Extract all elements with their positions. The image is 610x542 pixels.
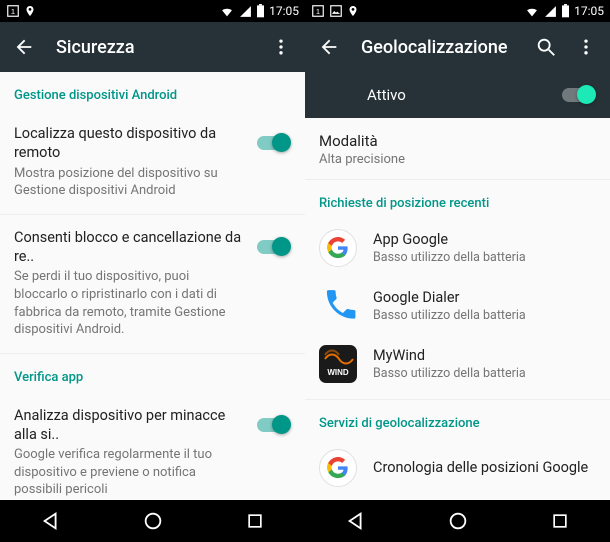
setting-title: Localizza questo dispositivo da remoto <box>14 125 243 163</box>
toggle-allow-lock-erase[interactable] <box>255 237 291 257</box>
service-name: Cronologia delle posizioni Google <box>373 459 588 478</box>
overflow-menu-button[interactable] <box>574 35 598 59</box>
location-pin-icon <box>347 4 359 18</box>
app-icon-dialer <box>319 287 357 325</box>
signal-icon <box>544 5 557 18</box>
section-header-services: Servizi di geolocalizzazione <box>305 400 610 439</box>
overflow-menu-button[interactable] <box>269 35 293 59</box>
content-scroll[interactable]: Modalità Alta precisione Richieste di po… <box>305 118 610 500</box>
screen-geolocation: 1 17:05 Geolocalizzazione <box>305 0 610 542</box>
app-row-dialer[interactable]: Google Dialer Basso utilizzo della batte… <box>305 277 610 335</box>
service-row-location-history[interactable]: Cronologia delle posizioni Google <box>305 439 610 497</box>
mode-title: Modalità <box>319 132 596 150</box>
master-switch-label: Attivo <box>367 86 406 104</box>
app-row-google[interactable]: App Google Basso utilizzo della batteria <box>305 219 610 277</box>
back-button[interactable] <box>12 35 36 59</box>
nav-recents-button[interactable] <box>245 511 265 531</box>
app-name: Google Dialer <box>373 289 526 308</box>
app-bar: Geolocalizzazione <box>305 22 610 72</box>
setting-scan-threats[interactable]: Analizza dispositivo per minacce alla si… <box>0 393 305 500</box>
app-battery-usage: Basso utilizzo della batteria <box>373 308 526 323</box>
clock-text: 17:05 <box>269 4 299 18</box>
section-header-verify: Verifica app <box>0 354 305 393</box>
battery-icon <box>256 4 265 18</box>
app-bar: Sicurezza <box>0 22 305 72</box>
setting-subtitle: Google verifica regolarmente il tuo disp… <box>14 446 243 499</box>
svg-text:1: 1 <box>316 7 320 16</box>
master-switch-bar[interactable]: Attivo <box>305 72 610 118</box>
section-header-adm: Gestione dispositivi Android <box>0 72 305 111</box>
clock-text: 17:05 <box>574 4 604 18</box>
search-button[interactable] <box>534 35 558 59</box>
svg-text:1: 1 <box>11 7 15 16</box>
content-scroll[interactable]: Gestione dispositivi Android Localizza q… <box>0 72 305 500</box>
app-icon-google <box>319 229 357 267</box>
toggle-locate-remote[interactable] <box>255 133 291 153</box>
battery-icon <box>561 4 570 18</box>
setting-title: Consenti blocco e cancellazione da re.. <box>14 229 243 267</box>
nav-recents-button[interactable] <box>550 511 570 531</box>
nav-back-button[interactable] <box>40 510 62 532</box>
signal-icon <box>239 5 252 18</box>
nav-home-button[interactable] <box>447 510 469 532</box>
toggle-scan-threats[interactable] <box>255 415 291 435</box>
setting-title: Analizza dispositivo per minacce alla si… <box>14 407 243 445</box>
app-icon-mywind: WIND <box>319 345 357 383</box>
app-name: MyWind <box>373 347 526 366</box>
app-battery-usage: Basso utilizzo della batteria <box>373 250 526 265</box>
nav-back-button[interactable] <box>345 510 367 532</box>
nav-home-button[interactable] <box>142 510 164 532</box>
setting-allow-lock-erase[interactable]: Consenti blocco e cancellazione da re.. … <box>0 215 305 354</box>
status-bar: 1 17:05 <box>305 0 610 22</box>
notif-box-icon: 1 <box>311 4 325 18</box>
mode-subtitle: Alta precisione <box>319 152 596 167</box>
nav-bar <box>305 500 610 542</box>
svg-text:WIND: WIND <box>327 368 349 377</box>
service-icon-google <box>319 449 357 487</box>
app-row-mywind[interactable]: WIND MyWind Basso utilizzo della batteri… <box>305 335 610 393</box>
setting-mode[interactable]: Modalità Alta precisione <box>305 118 610 179</box>
wifi-icon <box>219 5 235 18</box>
status-bar: 1 17:05 <box>0 0 305 22</box>
notif-box-icon: 1 <box>6 4 20 18</box>
nav-bar <box>0 500 305 542</box>
page-title: Geolocalizzazione <box>361 37 534 58</box>
image-icon <box>329 4 343 18</box>
back-button[interactable] <box>317 35 341 59</box>
wifi-icon <box>524 5 540 18</box>
location-pin-icon <box>24 4 36 18</box>
setting-subtitle: Se perdi il tuo dispositivo, puoi blocca… <box>14 268 243 338</box>
toggle-location-master[interactable] <box>560 85 596 105</box>
setting-locate-remote[interactable]: Localizza questo dispositivo da remoto M… <box>0 111 305 215</box>
page-title: Sicurezza <box>56 37 269 58</box>
setting-subtitle: Mostra posizione del dispositivo su Gest… <box>14 165 243 200</box>
app-battery-usage: Basso utilizzo della batteria <box>373 366 526 381</box>
section-header-recent: Richieste di posizione recenti <box>305 180 610 219</box>
app-name: App Google <box>373 231 526 250</box>
screen-security: 1 17:05 Sicurezza Gestio <box>0 0 305 542</box>
